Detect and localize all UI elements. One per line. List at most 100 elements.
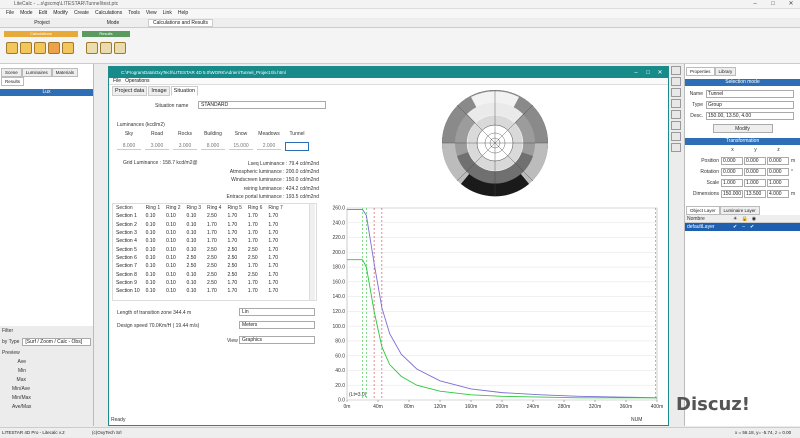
menu-mode[interactable]: Mode [20,9,33,18]
window-maximize-icon[interactable]: □ [642,70,654,76]
desc-input[interactable]: 150.00, 13.50, 4.00 [706,111,794,120]
modify-button[interactable]: Modify [712,124,773,133]
ribbon-tabs: Project Mode Calculations and Results [0,19,800,28]
menu-help[interactable]: Help [178,9,188,18]
lum-rocks-input[interactable]: 3.000 [173,143,197,150]
table-row[interactable]: Section 7 0.10 0.10 2.50 2.50 2.50 1.70 1.70 [113,262,286,270]
menu-tools[interactable]: Tools [128,9,140,18]
layer-row[interactable]: defaultLayer ✔ – ✔ [685,223,800,231]
wmenu-operations[interactable]: Operations [125,78,149,85]
tunnel-icon[interactable] [48,42,60,54]
menu-file[interactable]: File [6,9,14,18]
lum-header-building: Building [204,131,222,137]
rotation-x[interactable]: 0.000 [721,167,743,176]
table-row[interactable]: Section 8 0.10 0.10 0.10 2.50 2.50 2.50 1.70 [113,270,286,278]
menu-link[interactable]: Link [163,9,172,18]
table-row[interactable]: Section 6 0.10 0.10 2.50 2.50 2.50 2.50 1.70 [113,254,286,262]
menu-calculations[interactable]: Calculations [95,9,122,18]
tab-luminaires[interactable]: Luminaires [21,68,52,77]
tab-situation[interactable]: Situation [170,86,199,96]
table-scrollbar[interactable] [309,204,315,300]
move-tool-icon[interactable] [671,77,681,86]
lum-building-input[interactable]: 8.000 [201,143,225,150]
clipboard-icon[interactable] [86,42,98,54]
lum-meadows-input[interactable]: 2.000 [257,143,281,150]
view-tool-icon[interactable] [671,132,681,141]
zoom-search-icon[interactable] [114,42,126,54]
tab-project[interactable]: Project [22,20,62,26]
tab-properties[interactable]: Properties [686,67,715,76]
scale-tool-icon[interactable] [671,99,681,108]
view-select[interactable]: Graphics [239,336,315,344]
sections-table[interactable]: Section Ring 1 Ring 2 Ring 3 Ring 4 Ring… [112,203,317,301]
tab-mode[interactable]: Mode [98,20,128,26]
menu-modify[interactable]: Modify [53,9,68,18]
minimize-icon[interactable]: – [746,0,764,9]
table-row[interactable]: Section 3 0.10 0.10 0.10 1.70 1.70 1.70 1.70 [113,229,286,237]
close-icon[interactable]: ✕ [782,0,800,9]
table-row[interactable]: Section 10 0.10 0.10 0.10 1.70 1.70 1.70 1.70 [113,287,286,295]
x-tick-label: 40m [373,404,383,410]
name-input[interactable]: Tunnel [706,89,794,98]
y-tick-label: 60.0 [335,353,345,359]
rotate-tool-icon[interactable] [671,88,681,97]
wmenu-file[interactable]: File [113,78,121,85]
rotation-y[interactable]: 0.000 [744,167,766,176]
scale-y[interactable]: 1.000 [744,178,766,187]
position-x[interactable]: 0.000 [721,156,743,165]
units-select[interactable]: Meters [239,321,315,329]
calculate-icon[interactable] [6,42,18,54]
table-row[interactable]: Section 5 0.10 0.10 0.10 2.50 2.50 2.50 1.70 [113,245,286,253]
rotation-z[interactable]: 0.000 [767,167,789,176]
menu-create[interactable]: Create [74,9,89,18]
layer-active-check-icon[interactable]: ✔ [750,224,754,230]
type-input[interactable]: Group [706,100,794,109]
open-folder-icon[interactable] [34,42,46,54]
tab-project-data[interactable]: Project data [112,86,148,96]
report-icon[interactable] [100,42,112,54]
tab-library[interactable]: Library [714,67,737,76]
table-row[interactable]: Section 4 0.10 0.10 0.10 1.70 1.70 1.70 1.70 [113,237,286,245]
tab-scene[interactable]: Scene [1,68,22,77]
eye-icon: ◉ [751,215,757,222]
tab-results[interactable]: Results [1,77,25,86]
window-close-icon[interactable]: ✕ [654,69,666,76]
tab-calculations-results[interactable]: Calculations and Results [148,19,214,27]
by-type-select[interactable]: [Surf / Zoom / Calc - Obs] [22,338,91,346]
dimensions-y[interactable]: 13.500 [744,189,766,198]
dimensions-x[interactable]: 150.000 [721,189,743,198]
tab-materials[interactable]: Materials [51,68,79,77]
lum-snow-input[interactable]: 15.000 [229,143,253,150]
render-tool-icon[interactable] [671,143,681,152]
pan-tool-icon[interactable] [671,121,681,130]
table-row[interactable]: Section 9 0.10 0.10 0.10 2.50 1.70 1.70 1.70 [113,279,286,287]
position-label: Position [701,157,719,164]
zoom-tool-icon[interactable] [671,110,681,119]
tab-luminaire-layer[interactable]: Luminaire Layer [719,206,760,215]
calculate-all-icon[interactable] [20,42,32,54]
window-minimize-icon[interactable]: – [630,70,642,76]
select-tool-icon[interactable] [671,66,681,75]
threshold-annotation: (Lt=3.0) [349,392,367,398]
lum-tunnel-input[interactable] [285,142,309,151]
scale-z[interactable]: 1.000 [767,178,789,187]
layer-visible-check-icon[interactable]: ✔ [733,224,737,230]
table-row[interactable]: Section 1 0.10 0.10 0.10 2.50 1.70 1.70 1.70 [113,212,286,220]
dimensions-z[interactable]: 4.000 [767,189,789,198]
scale-x[interactable]: 1.000 [721,178,743,187]
maximize-icon[interactable]: □ [764,0,782,9]
export-icon[interactable] [62,42,74,54]
transition-scale-select[interactable]: Lin [239,308,315,316]
dimensions-row: Dimensions 150.000 13.500 4.000 m [685,189,800,198]
situation-name-input[interactable]: STANDARD [198,101,326,109]
table-row[interactable]: Section 2 0.10 0.10 0.10 1.70 1.70 1.70 1.70 [113,221,286,229]
position-z[interactable]: 0.000 [767,156,789,165]
position-y[interactable]: 0.000 [744,156,766,165]
lum-road-input[interactable]: 3.000 [145,143,169,150]
layer-lock-check-icon[interactable]: – [742,224,745,230]
menu-view[interactable]: View [146,9,157,18]
menu-edit[interactable]: Edit [39,9,48,18]
tab-object-layer[interactable]: Object Layer [686,206,720,215]
lum-sky-input[interactable]: 8.000 [117,143,141,150]
tab-image[interactable]: Image [148,86,170,96]
